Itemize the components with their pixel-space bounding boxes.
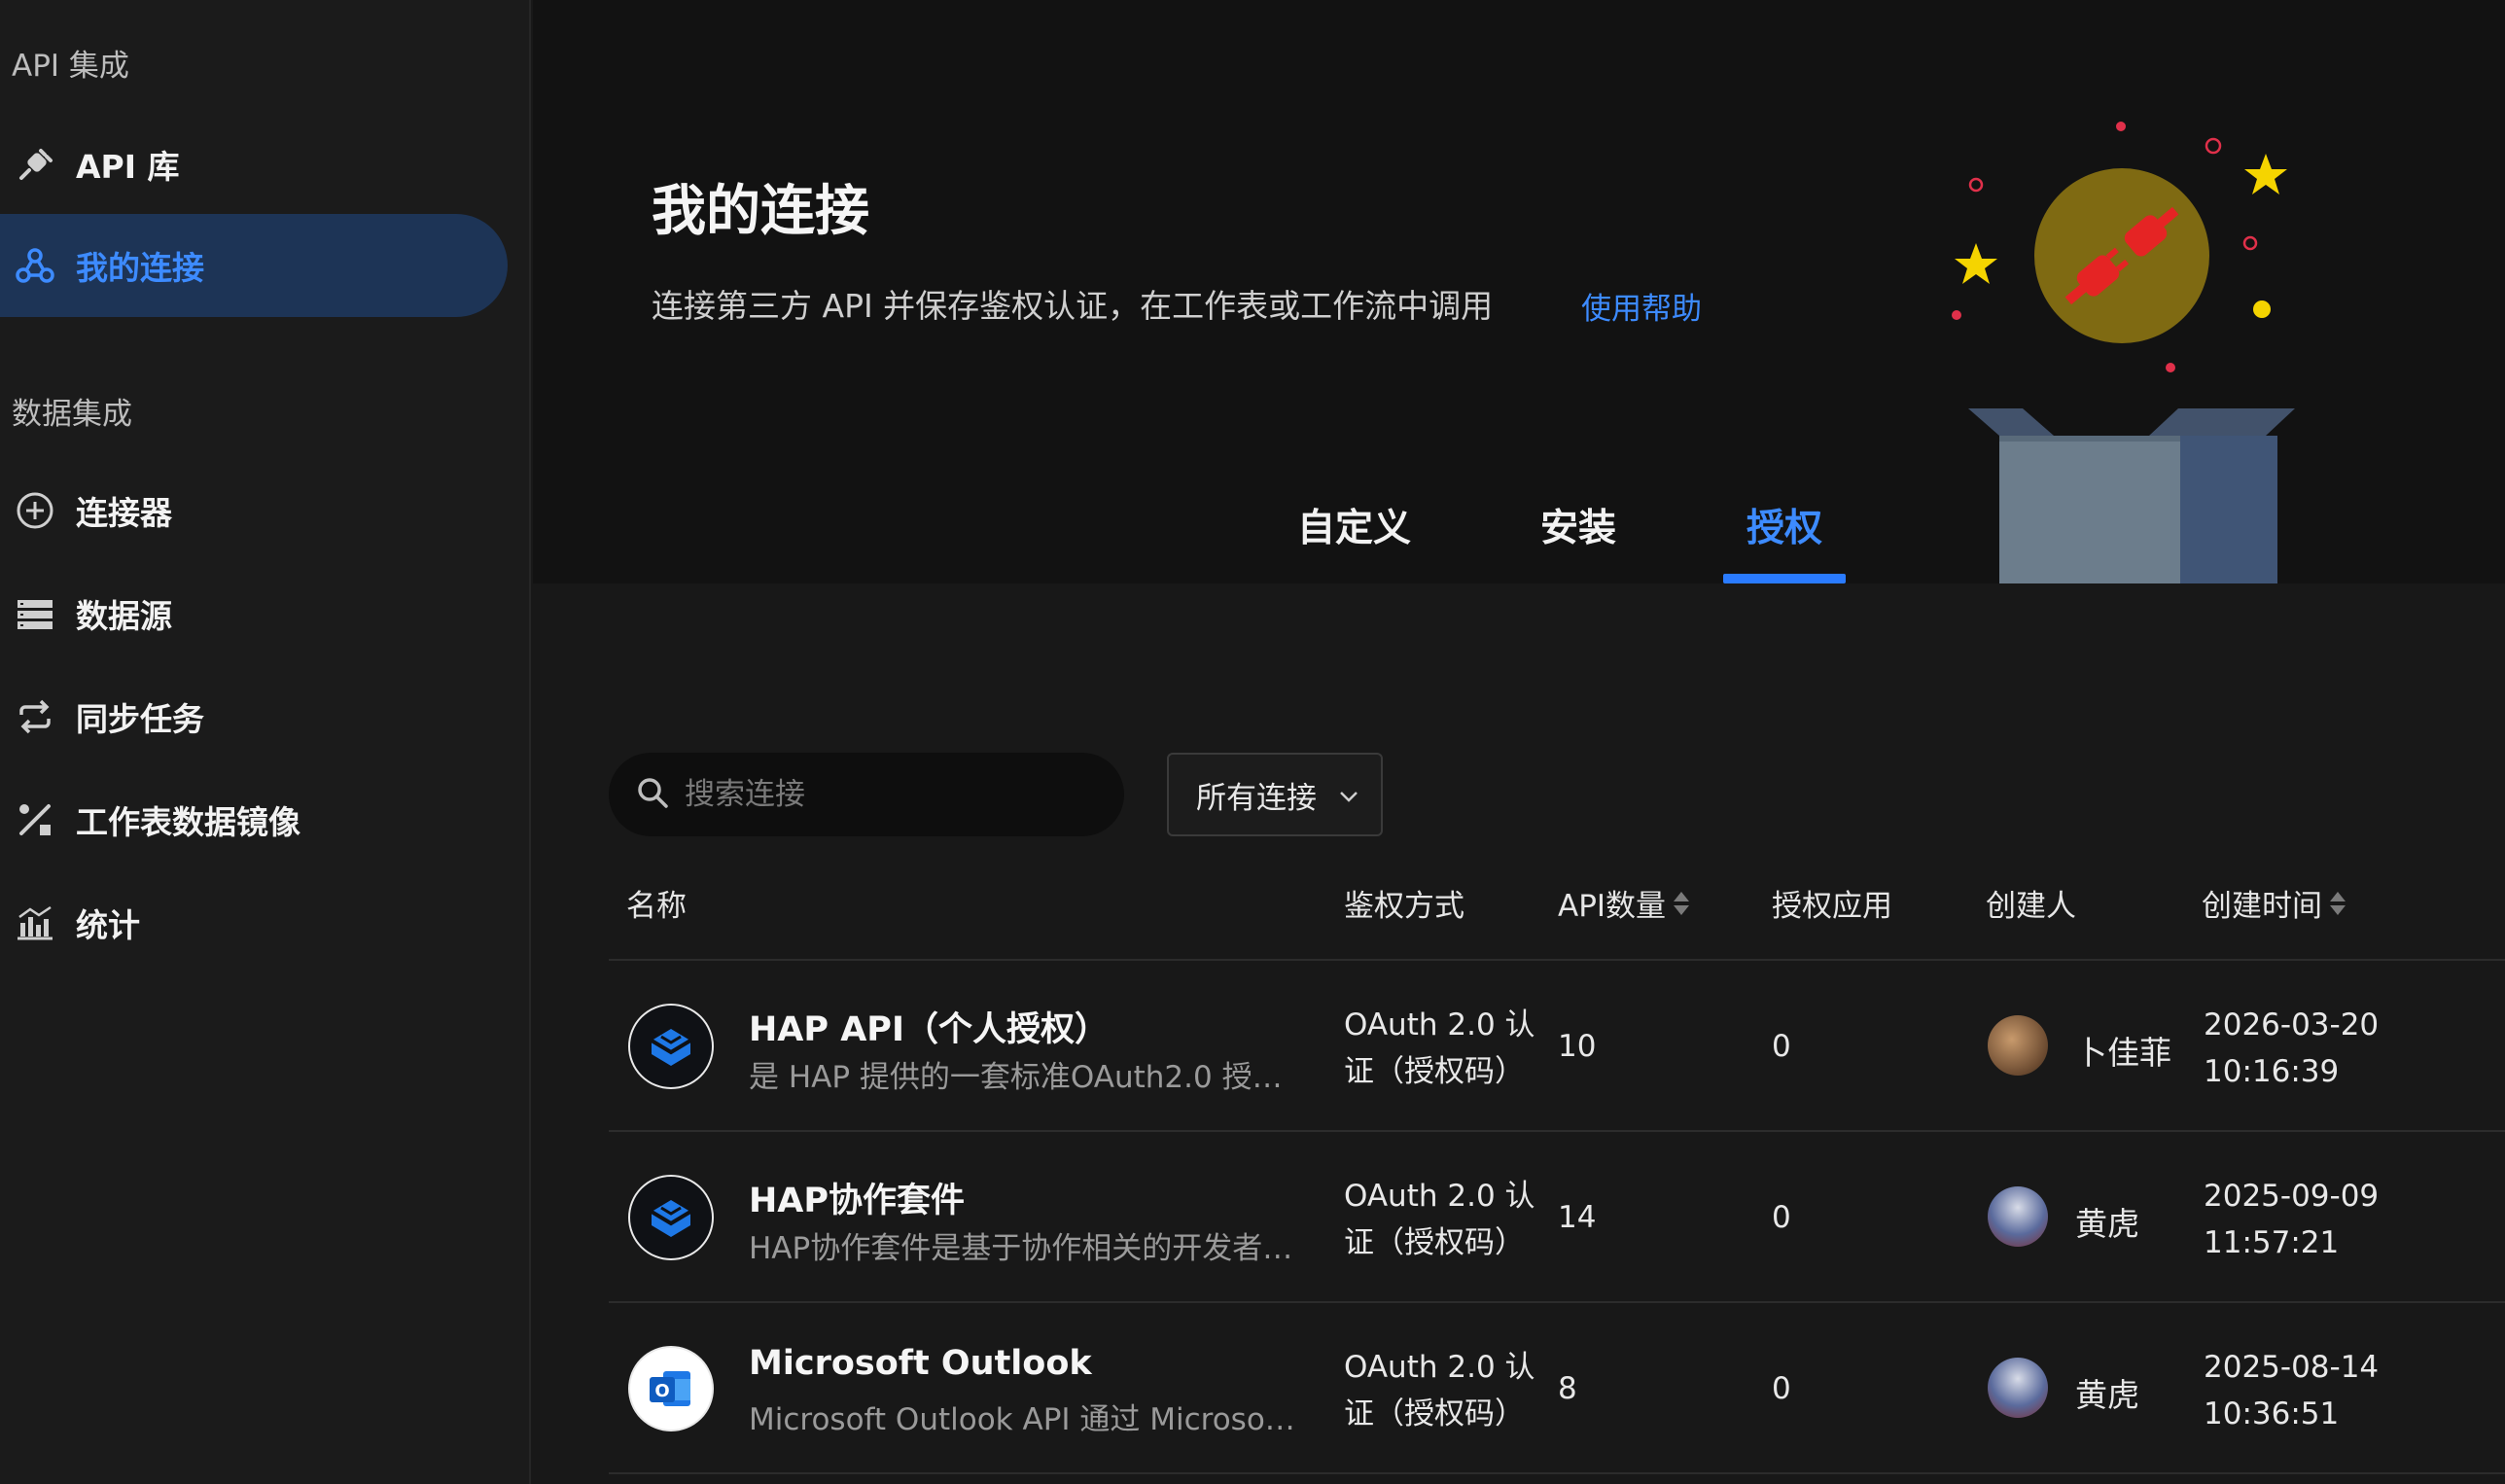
webhook-icon [14,244,56,287]
authorized-apps-count: 0 [1772,1029,1791,1064]
chevron-down-icon [1336,782,1361,817]
column-header-api-count[interactable]: API数量 [1558,881,1690,925]
created-time: 2025-08-14 10:36:51 [2204,1350,2380,1431]
sidebar-item-my-connections[interactable]: 我的连接 [0,214,508,317]
connection-box-illustration [1952,122,2295,583]
connection-name[interactable]: Microsoft Outlook [749,1344,1092,1383]
auth-method: OAuth 2.0 认证（授权码） [1344,1350,1535,1431]
sidebar-item-api-library[interactable]: API 库 [0,113,508,216]
connection-description: Microsoft Outlook API 通过 Microsoft … [749,1402,1303,1437]
search-box[interactable] [609,753,1124,836]
plus-circle-icon [14,489,56,532]
sidebar-item-sync-tasks[interactable]: 同步任务 [0,665,508,768]
svg-text:O: O [654,1381,669,1401]
hap-logo-icon [628,1175,714,1260]
table-row[interactable]: HAP协作套件 HAP协作套件是基于协作相关的开发者… OAuth 2.0 认证… [609,1132,2505,1303]
active-tab-indicator [1723,574,1846,583]
api-count: 8 [1558,1371,1577,1406]
creator-name: 黄虎 [2075,1376,2139,1414]
column-header-name: 名称 [626,889,687,924]
sidebar-item-label: 我的连接 [76,249,204,287]
sidebar-item-connectors[interactable]: 连接器 [0,459,508,562]
api-count: 10 [1558,1029,1597,1064]
page-description: 连接第三方 API 并保存鉴权认证，在工作表或工作流中调用 [652,287,1494,325]
auth-method: OAuth 2.0 认证（授权码） [1344,1007,1535,1089]
help-link[interactable]: 使用帮助 [1581,284,1702,328]
authorized-apps-count: 0 [1772,1371,1791,1406]
sidebar-item-worksheet-mirror[interactable]: 工作表数据镜像 [0,768,508,871]
sidebar: API 集成 API 库 我的连接 数据集成 连接器 数据源 同步任务 工作表数… [0,0,531,1484]
mirror-icon [14,798,56,841]
connection-name[interactable]: HAP协作套件 [749,1173,965,1222]
creator-name: 黄虎 [2075,1205,2139,1243]
hap-logo-icon [628,1004,714,1089]
connection-description: HAP协作套件是基于协作相关的开发者… [749,1231,1293,1266]
search-icon [636,776,669,813]
sidebar-item-label: 数据源 [76,597,172,635]
row-divider [609,1472,2505,1474]
sidebar-item-statistics[interactable]: 统计 [0,871,508,974]
section-title-data: 数据集成 [12,397,132,432]
sidebar-item-label: 同步任务 [76,700,204,738]
column-header-auth-apps: 授权应用 [1772,889,1892,924]
chart-icon [14,901,56,944]
connection-description: 是 HAP 提供的一套标准OAuth2.0 授权… [749,1060,1303,1095]
table-row[interactable]: HAP API（个人授权） 是 HAP 提供的一套标准OAuth2.0 授权… … [609,961,2505,1132]
avatar [1988,1015,2048,1076]
sidebar-item-label: 连接器 [76,494,172,532]
section-title-api: API 集成 [12,49,129,84]
avatar [1988,1358,2048,1418]
sidebar-item-label: API 库 [76,148,180,186]
creator-name: 卜佳菲 [2075,1034,2171,1072]
column-header-auth: 鉴权方式 [1344,889,1464,924]
sidebar-item-label: 统计 [76,906,140,944]
auth-method: OAuth 2.0 认证（授权码） [1344,1179,1535,1260]
tab-authorization[interactable]: 授权 [1746,498,1822,552]
plug-icon [14,143,56,186]
sidebar-item-data-sources[interactable]: 数据源 [0,562,508,665]
table-row[interactable]: O Microsoft Outlook Microsoft Outlook AP… [609,1303,2505,1474]
outlook-logo-icon: O [628,1346,714,1431]
page-title: 我的连接 [652,180,869,243]
tab-install[interactable]: 安装 [1540,498,1616,552]
sort-icon[interactable] [1674,891,1690,915]
avatar [1988,1186,2048,1247]
authorized-apps-count: 0 [1772,1200,1791,1235]
created-time: 2025-09-09 11:57:21 [2204,1179,2380,1260]
connection-name[interactable]: HAP API（个人授权） [749,1002,1109,1051]
tab-custom[interactable]: 自定义 [1297,498,1411,552]
sidebar-item-label: 工作表数据镜像 [76,803,300,841]
column-header-created-time[interactable]: 创建时间 [2202,881,2346,925]
database-icon [14,592,56,635]
created-time: 2026-03-20 10:16:39 [2204,1007,2380,1089]
column-header-creator: 创建人 [1986,889,2076,924]
connection-filter-select[interactable]: 所有连接 [1167,753,1383,836]
sort-icon[interactable] [2330,891,2346,915]
api-count: 14 [1558,1200,1597,1235]
filter-value: 所有连接 [1196,780,1317,816]
sync-icon [14,695,56,738]
search-input[interactable] [685,777,1093,812]
